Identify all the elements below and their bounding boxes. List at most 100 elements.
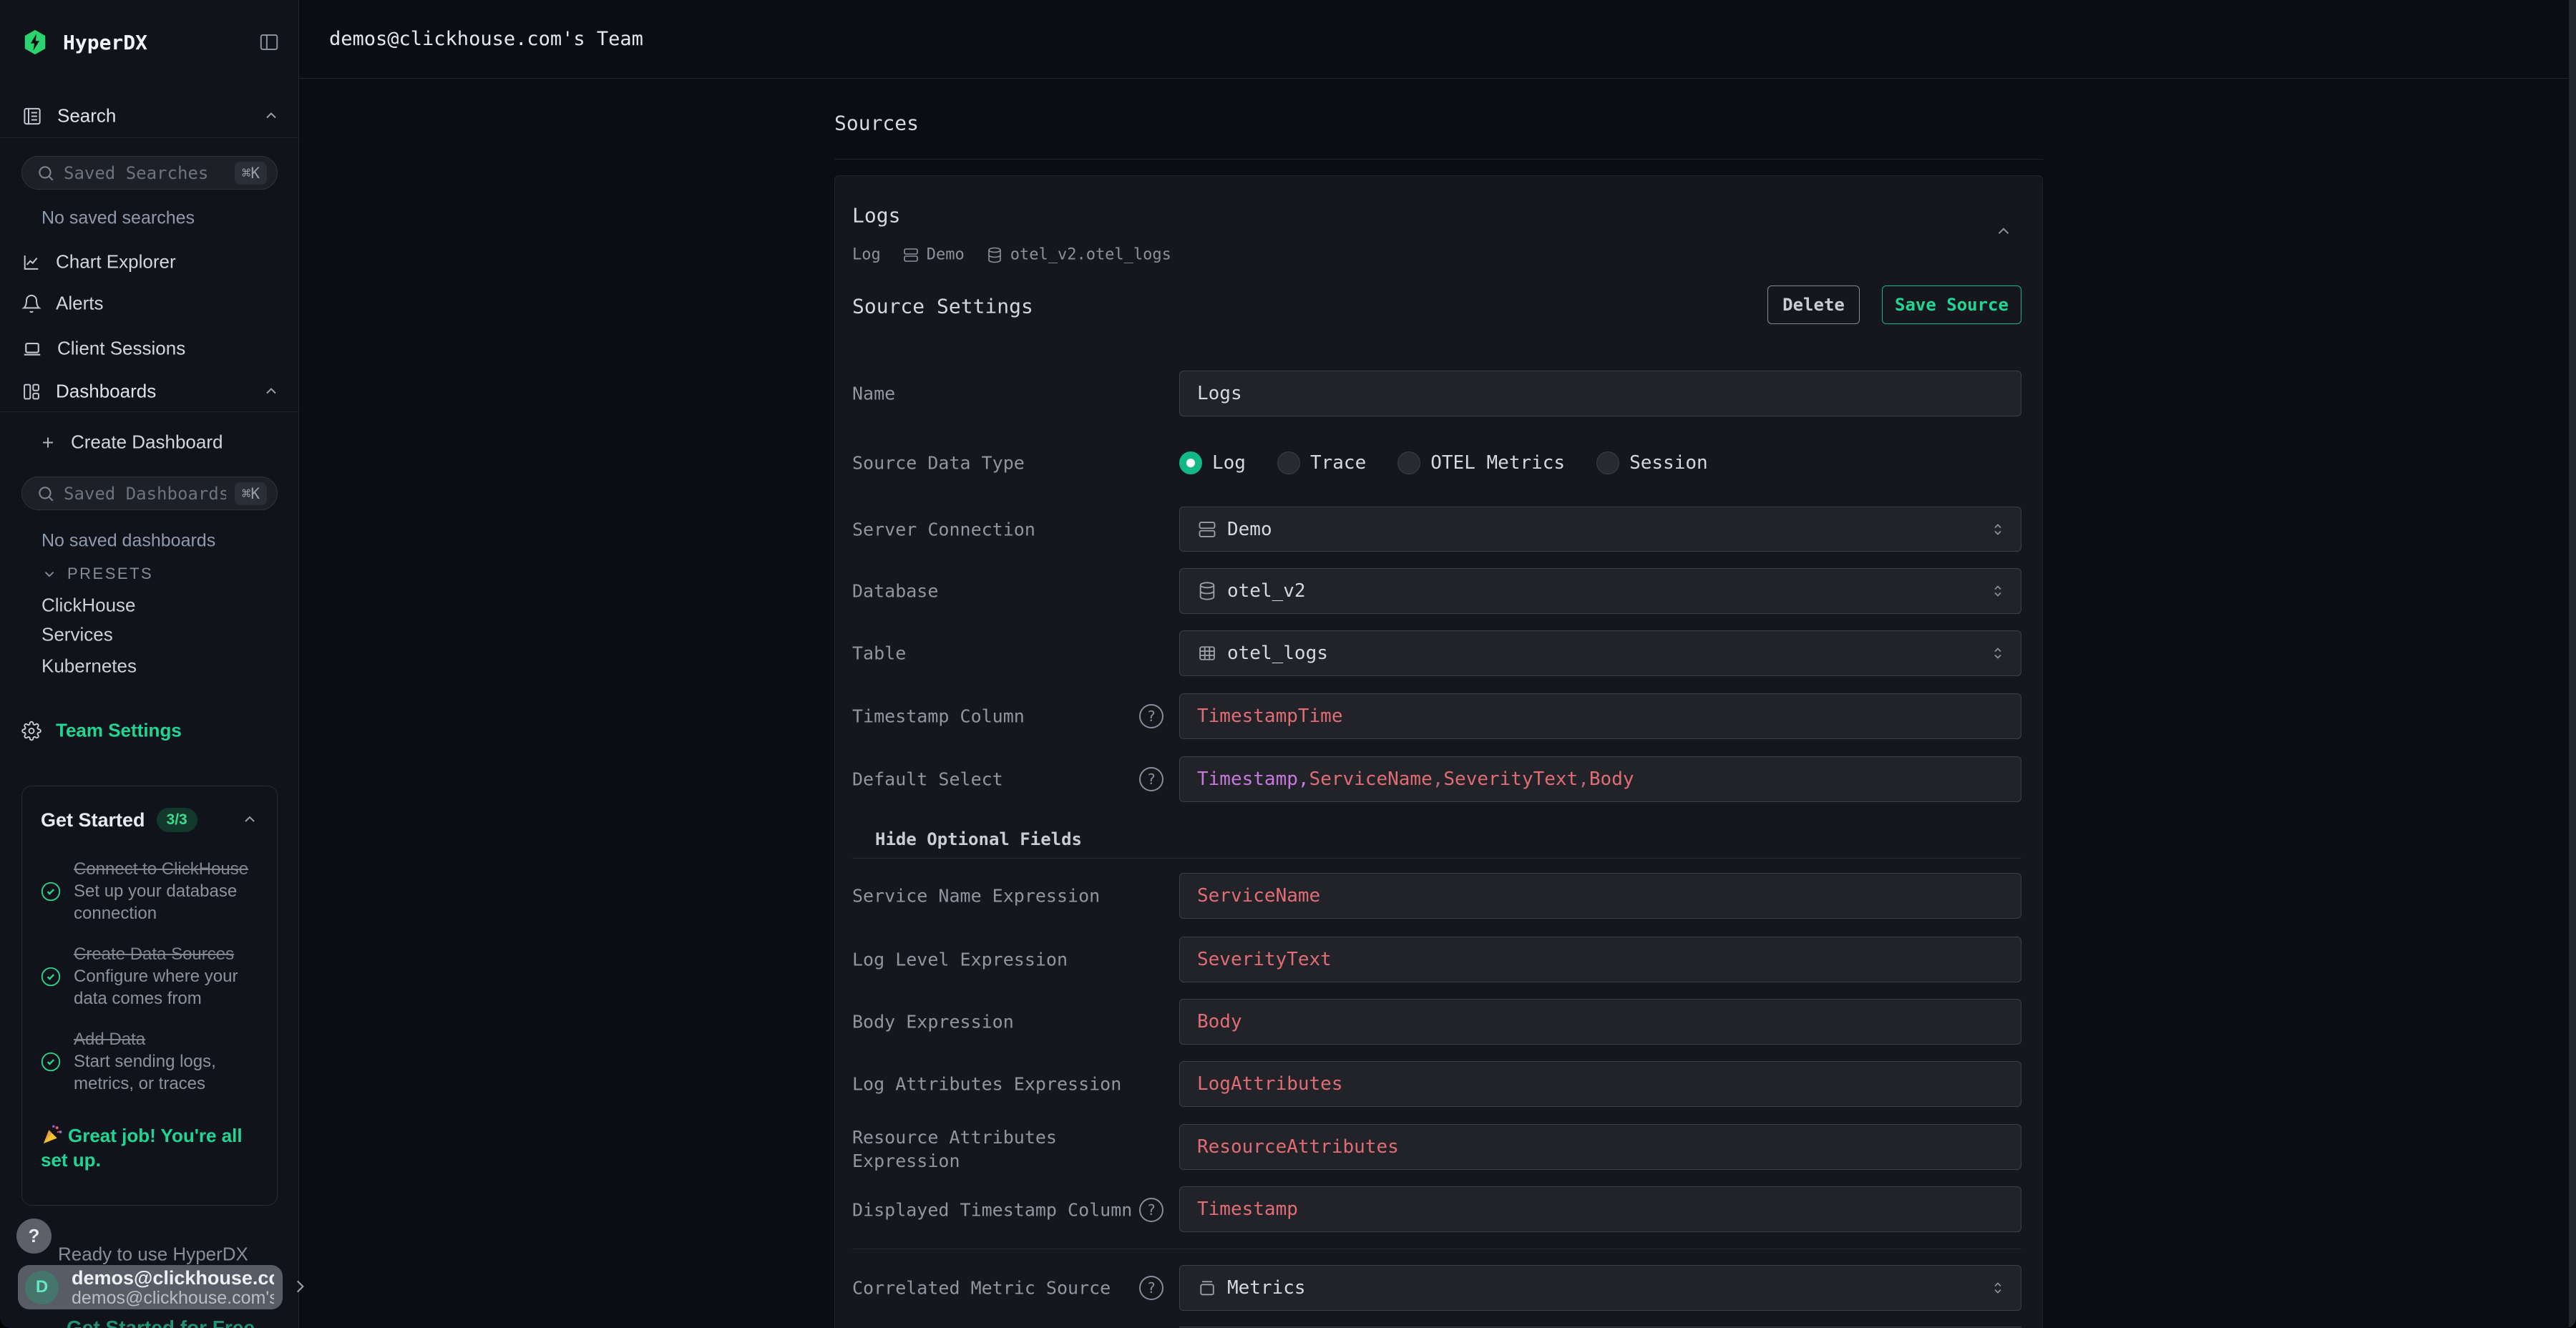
no-saved-dashboards-note: No saved dashboards	[42, 531, 215, 552]
radio-icon	[1397, 451, 1420, 474]
table-grid-icon	[1197, 643, 1217, 663]
timestamp-column-label: Timestamp Column	[852, 705, 1153, 728]
get-started-step: Connect to ClickHouse Set up your databa…	[41, 858, 258, 924]
database-label: Database	[852, 580, 1153, 603]
get-started-step: Add Data Start sending logs, metrics, or…	[41, 1028, 258, 1095]
radio-log[interactable]: Log	[1179, 451, 1246, 474]
source-type-tag: Log	[852, 246, 881, 264]
saved-searches-field[interactable]	[64, 163, 226, 183]
divider	[834, 159, 2043, 160]
step-title: Connect to ClickHouse	[74, 859, 248, 879]
sidebar-item-chart-explorer[interactable]: Chart Explorer	[21, 251, 280, 273]
radio-icon	[1277, 451, 1300, 474]
settings-title: Source Settings	[852, 295, 1033, 318]
dashboards-icon	[21, 381, 42, 401]
search-icon	[36, 164, 55, 182]
source-card: Logs Log Demo otel_v2.otel_logs Source S…	[834, 175, 2043, 1328]
select-chevrons-icon	[1989, 582, 2006, 600]
name-input[interactable]: Logs	[1179, 371, 2021, 416]
service-name-input[interactable]: ServiceName	[1179, 873, 2021, 919]
delete-button[interactable]: Delete	[1767, 285, 1860, 324]
saved-dashboards-input[interactable]: ⌘K	[21, 477, 278, 510]
body-expression-input[interactable]: Body	[1179, 999, 2021, 1045]
body-expression-label: Body Expression	[852, 1010, 1153, 1034]
create-dashboard-label: Create Dashboard	[71, 431, 223, 454]
step-desc: Set up your database connection	[74, 882, 237, 923]
collapse-card-icon[interactable]	[1994, 222, 2013, 240]
shortcut-badge: ⌘K	[235, 482, 267, 505]
step-desc: Configure where your data comes from	[74, 967, 238, 1008]
database-icon	[986, 246, 1003, 263]
select-chevrons-icon	[1989, 645, 2006, 662]
dashboards-label: Dashboards	[56, 381, 156, 403]
name-label: Name	[852, 382, 1153, 406]
help-button[interactable]: ?	[16, 1219, 52, 1254]
setup-complete-message: Great job! You're all set up.	[41, 1123, 255, 1172]
select-chevrons-icon	[1989, 1279, 2006, 1297]
team-title: demos@clickhouse.com's Team	[329, 28, 643, 50]
sidebar-item-dashboards[interactable]: Dashboards	[21, 381, 280, 403]
help-icon[interactable]: ?	[1139, 704, 1163, 728]
user-email: demos@clickhouse.com	[72, 1267, 274, 1289]
saved-searches-input[interactable]: ⌘K	[21, 156, 278, 190]
divider	[852, 858, 2021, 859]
source-card-title: Logs	[852, 204, 900, 228]
scrollbar[interactable]	[2569, 0, 2576, 1328]
saved-dashboards-field[interactable]	[64, 484, 226, 504]
server-icon	[902, 246, 919, 263]
page-title: Sources	[834, 112, 919, 135]
sidebar-item-team-settings[interactable]: Team Settings	[21, 720, 280, 742]
chevron-up-icon[interactable]	[241, 811, 258, 829]
create-dashboard-button[interactable]: Create Dashboard	[39, 431, 280, 454]
save-source-button[interactable]: Save Source	[1882, 285, 2021, 324]
radio-session[interactable]: Session	[1596, 451, 1708, 474]
presets-label: PRESETS	[67, 565, 153, 583]
step-desc: Start sending logs, metrics, or traces	[74, 1052, 216, 1093]
get-started-free-link[interactable]: Get Started for Free	[67, 1317, 255, 1328]
radio-otel-metrics[interactable]: OTEL Metrics	[1397, 451, 1565, 474]
default-select-input[interactable]: Timestamp,ServiceName,SeverityText,Body	[1179, 756, 2021, 802]
help-icon[interactable]: ?	[1139, 1276, 1163, 1300]
laptop-icon	[21, 338, 43, 359]
radio-trace[interactable]: Trace	[1277, 451, 1366, 474]
hyperdx-logo-icon	[21, 29, 49, 56]
resource-attributes-input[interactable]: ResourceAttributes	[1179, 1124, 2021, 1170]
displayed-timestamp-input[interactable]: Timestamp	[1179, 1186, 2021, 1232]
select-chevrons-icon	[1989, 521, 2006, 538]
log-attributes-input[interactable]: LogAttributes	[1179, 1061, 2021, 1107]
help-icon[interactable]: ?	[1139, 1198, 1163, 1222]
hide-optional-fields-toggle[interactable]: Hide Optional Fields	[875, 829, 1082, 849]
correlated-metric-select[interactable]: Metrics	[1179, 1265, 2021, 1311]
presets-toggle[interactable]: PRESETS	[42, 565, 280, 583]
connection-tag: Demo	[927, 246, 965, 264]
chart-explorer-label: Chart Explorer	[56, 251, 176, 273]
user-team: demos@clickhouse.com's	[72, 1289, 274, 1308]
preset-services[interactable]: Services	[42, 624, 113, 646]
chevron-up-icon	[263, 383, 280, 400]
data-type-label: Source Data Type	[852, 451, 1153, 475]
server-icon	[1197, 519, 1217, 540]
help-icon[interactable]: ?	[1139, 767, 1163, 791]
database-select[interactable]: otel_v2	[1179, 568, 2021, 614]
table-select[interactable]: otel_logs	[1179, 630, 2021, 676]
server-connection-select[interactable]: Demo	[1179, 507, 2021, 552]
sidebar-item-alerts[interactable]: Alerts	[21, 293, 280, 315]
check-circle-icon	[41, 967, 61, 987]
chart-explorer-icon	[21, 252, 42, 272]
data-type-radio-group: Log Trace OTEL Metrics Session	[1179, 451, 1708, 474]
sidebar-item-client-sessions[interactable]: Client Sessions	[21, 338, 280, 360]
sidebar-item-search[interactable]: Search	[21, 105, 280, 127]
preset-kubernetes[interactable]: Kubernetes	[42, 655, 137, 678]
check-circle-icon	[41, 1052, 61, 1072]
user-menu[interactable]: D demos@clickhouse.com demos@clickhouse.…	[18, 1265, 283, 1309]
collapse-sidebar-icon[interactable]	[258, 31, 280, 53]
log-level-input[interactable]: SeverityText	[1179, 937, 2021, 982]
source-tags: Log Demo otel_v2.otel_logs	[852, 246, 1171, 264]
avatar: D	[25, 1271, 59, 1304]
ready-banner-text: Ready to use HyperDX	[58, 1244, 248, 1266]
chevron-up-icon	[263, 107, 280, 125]
service-name-label: Service Name Expression	[852, 884, 1153, 908]
log-level-label: Log Level Expression	[852, 948, 1153, 972]
preset-clickhouse[interactable]: ClickHouse	[42, 595, 136, 617]
timestamp-column-input[interactable]: TimestampTime	[1179, 693, 2021, 739]
